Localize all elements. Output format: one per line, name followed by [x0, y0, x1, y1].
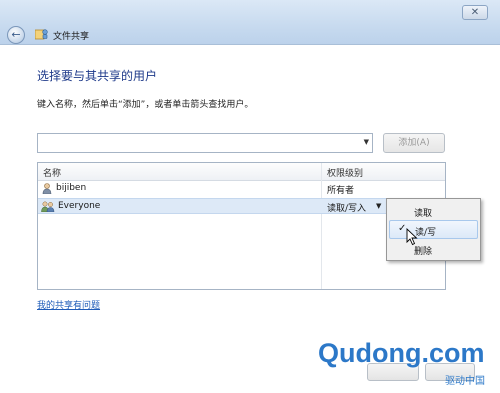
page-heading: 选择要与其共享的用户	[37, 69, 158, 83]
add-button[interactable]: 添加(A)	[383, 133, 445, 153]
window-title: 文件共享	[53, 32, 90, 42]
file-sharing-icon	[35, 29, 48, 40]
list-header: 名称 权限级别	[38, 163, 445, 181]
menu-item-label: 读/写	[415, 228, 437, 238]
table-row[interactable]: bijiben 所有者	[38, 181, 445, 197]
back-button[interactable]: ←	[7, 26, 25, 44]
user-name-combobox[interactable]: ▼	[37, 133, 373, 153]
row-name: bijiben	[56, 183, 87, 193]
file-sharing-window: ← 文件共享 ✕ 选择要与其共享的用户 键入名称，然后单击“添加”，或者单击箭头…	[0, 0, 500, 393]
close-button[interactable]: ✕	[462, 5, 488, 20]
row-name: Everyone	[58, 201, 101, 211]
column-header-permission[interactable]: 权限级别	[327, 166, 363, 179]
user-permission-list[interactable]: 名称 权限级别 bijiben 所有者 Everyone 读取/写入 ▼	[37, 162, 446, 290]
row-permission[interactable]: 读取/写入	[327, 201, 366, 214]
watermark-subtitle: 驱动中国	[445, 376, 485, 387]
permission-dropdown-arrow-icon[interactable]: ▼	[376, 202, 381, 210]
sharing-problem-link[interactable]: 我的共享有问题	[37, 298, 100, 311]
menu-item-read[interactable]: 读取	[389, 202, 478, 221]
instruction-text: 键入名称，然后单击“添加”，或者单击箭头查找用户。	[37, 100, 254, 110]
group-icon	[41, 201, 55, 212]
menu-item-remove[interactable]: 删除	[389, 240, 478, 259]
dropdown-arrow-icon[interactable]: ▼	[364, 138, 369, 146]
mouse-cursor-icon	[406, 228, 418, 246]
permission-context-menu: 读取 ✓ 读/写 删除	[386, 198, 481, 261]
column-header-name[interactable]: 名称	[43, 166, 61, 179]
watermark-logo: Qudong.com	[318, 338, 485, 368]
table-row-selected[interactable]: Everyone 读取/写入 ▼	[38, 198, 445, 214]
row-permission: 所有者	[327, 186, 355, 196]
title-bar: ← 文件共享 ✕	[0, 0, 500, 45]
user-icon	[42, 183, 52, 194]
menu-item-read-write[interactable]: ✓ 读/写	[389, 220, 478, 239]
menu-item-label: 读取	[414, 209, 433, 219]
